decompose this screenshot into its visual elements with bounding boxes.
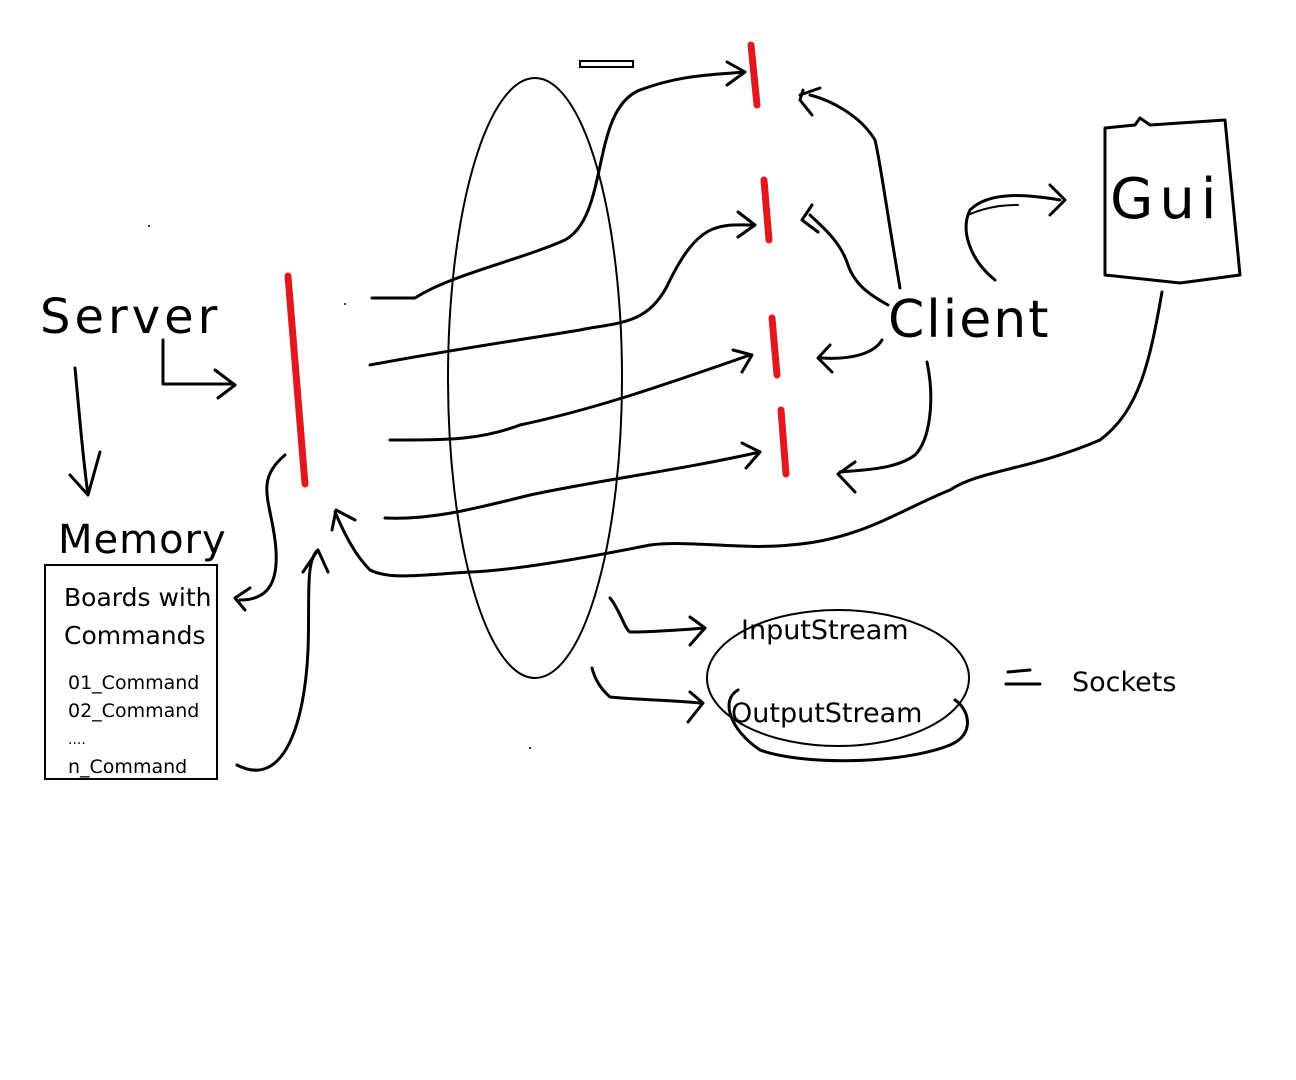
client-arrow-2 [800,203,890,307]
stray-dot [344,303,346,305]
client-socket-marker-2 [760,176,773,244]
server-socket-marker [284,272,309,488]
memory-item: .... [68,732,86,748]
connection-arrow-3 [388,348,754,442]
memory-item: n_Command [68,756,187,778]
dash-mark [579,60,634,68]
memory-box-title-1: Boards with [64,583,212,612]
memory-item: 02_Command [68,700,199,722]
input-stream-label: InputStream [741,615,909,646]
client-socket-marker-4 [777,406,790,478]
output-stream-arrow [590,666,705,724]
client-arrow-1 [798,86,902,290]
server-to-boards-arrow [233,453,287,612]
server-arrow [161,338,237,400]
sockets-label: Sockets [1072,667,1176,698]
memory-box-title-2: Commands [64,621,206,650]
client-arrow-4 [836,360,933,494]
server-to-memory-arrow [68,366,102,497]
architecture-sketch: Server Memory Boards with Commands 01_Co… [40,41,1242,780]
client-label: Client [888,290,1051,350]
equals-sign [1004,668,1042,686]
input-stream-arrow [608,596,707,647]
client-socket-marker-3 [768,314,781,379]
stray-dot [529,747,531,749]
connection-arrow-4 [383,441,762,520]
connection-arrow-2 [368,210,757,367]
client-arrow-3 [816,338,884,374]
gui-label: Gui [1110,167,1222,232]
stray-dot [148,225,150,227]
connection-ellipse [447,77,623,679]
connection-arrow-1 [370,60,747,300]
client-gui-arrow [964,183,1067,282]
memory-to-server-arrow [235,548,330,772]
memory-label: Memory [58,517,227,563]
client-socket-marker-1 [747,41,761,109]
server-label: Server [40,289,221,345]
memory-item: 01_Command [68,672,199,694]
output-stream-label: OutputStream [731,698,922,729]
